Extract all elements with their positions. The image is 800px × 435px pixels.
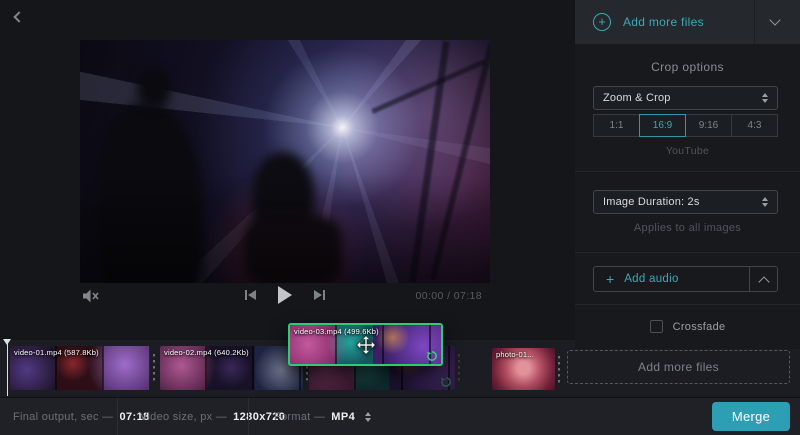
format-label: Format — (274, 411, 325, 423)
ratio-1-1-button[interactable]: 1:1 (593, 114, 640, 137)
options-sidebar: + Add more files Crop options Zoom & Cro… (575, 0, 800, 349)
mute-button[interactable] (82, 288, 100, 304)
timeline-clip-video-02[interactable]: video-02.mp4 (640.2Kb) (160, 346, 303, 390)
duration-caption: Applies to all images (575, 222, 800, 234)
select-arrows-icon (762, 197, 768, 207)
drag-handle-icon (458, 354, 461, 382)
add-more-files-button[interactable]: + Add more files (575, 0, 800, 44)
crossfade-row: Crossfade (575, 320, 800, 333)
plus-icon: + (606, 271, 614, 287)
bottom-status-bar: Final output, sec — 07:18 Video size, px… (0, 397, 800, 435)
crop-mode-select[interactable]: Zoom & Crop (593, 86, 778, 110)
ratio-9-16-button[interactable]: 9:16 (685, 114, 732, 137)
timeline-clip-photo-01[interactable]: photo-01... (492, 348, 555, 390)
add-more-files-label: Add more files (623, 15, 754, 29)
ratio-caption: YouTube (575, 145, 800, 157)
next-icon (323, 290, 325, 300)
video-preview[interactable] (80, 40, 490, 283)
video-size-info: Video size, px — 1280x720 (140, 398, 285, 435)
merge-button[interactable]: Merge (712, 402, 790, 431)
rotate-icon[interactable] (440, 376, 452, 388)
clip-label: video-01.mp4 (587.8Kb) (14, 348, 99, 357)
vignette-overlay (80, 40, 490, 283)
divider (575, 171, 800, 172)
plus-circle-icon: + (593, 13, 611, 31)
chevron-down-icon (769, 14, 780, 25)
video-frame (80, 40, 490, 283)
timeline-clip-video-03-dragging[interactable]: video-03.mp4 (499.6Kb) (288, 323, 443, 366)
add-audio-button[interactable]: + Add audio (594, 267, 749, 291)
divider (117, 398, 118, 435)
add-audio-label: Add audio (624, 273, 679, 285)
collapse-panel-button[interactable] (754, 0, 800, 44)
dropzone-label: Add more files (638, 360, 719, 374)
playhead[interactable] (3, 339, 12, 396)
add-audio-control: + Add audio (593, 266, 778, 292)
back-button[interactable] (10, 10, 26, 26)
drag-handle-icon[interactable] (153, 354, 156, 382)
ratio-4-3-button[interactable]: 4:3 (731, 114, 778, 137)
prev-icon (245, 290, 247, 300)
divider (575, 252, 800, 253)
timecode: 00:00 / 07:18 (400, 290, 482, 302)
next-button[interactable] (314, 289, 325, 301)
crop-options-title: Crop options (575, 60, 800, 74)
chevron-up-icon (758, 276, 769, 287)
ratio-16-9-button[interactable]: 16:9 (639, 114, 686, 137)
divider (248, 398, 249, 435)
move-cursor-icon (355, 334, 377, 356)
rotate-icon[interactable] (426, 350, 438, 362)
format-select[interactable]: Format — MP4 (274, 398, 371, 435)
clip-label: photo-01... (496, 350, 534, 359)
image-duration-value: Image Duration: 2s (603, 196, 762, 208)
crossfade-checkbox[interactable] (650, 320, 663, 333)
final-output-info: Final output, sec — 07:18 (13, 398, 150, 435)
chevron-left-icon (13, 11, 24, 22)
audio-collapse-button[interactable] (749, 267, 777, 291)
select-arrows-icon (762, 93, 768, 103)
crossfade-label: Crossfade (673, 321, 726, 333)
video-size-label: Video size, px — (140, 411, 227, 423)
select-arrows-icon (365, 412, 371, 422)
timeline-clip-video-01[interactable]: video-01.mp4 (587.8Kb) (10, 346, 150, 390)
drag-handle-icon[interactable] (558, 356, 561, 384)
previous-button[interactable] (245, 289, 256, 301)
image-duration-select[interactable]: Image Duration: 2s (593, 190, 778, 214)
muted-speaker-icon (82, 288, 100, 304)
final-output-label: Final output, sec — (13, 411, 113, 423)
play-button[interactable] (278, 286, 292, 304)
format-value: MP4 (331, 411, 355, 423)
transport-controls (245, 285, 325, 305)
crop-mode-value: Zoom & Crop (603, 92, 762, 104)
timeline-add-more-files-dropzone[interactable]: Add more files (567, 350, 790, 384)
clip-label: video-02.mp4 (640.2Kb) (164, 348, 249, 357)
aspect-ratio-group: 1:1 16:9 9:16 4:3 (593, 114, 778, 137)
divider (575, 304, 800, 305)
